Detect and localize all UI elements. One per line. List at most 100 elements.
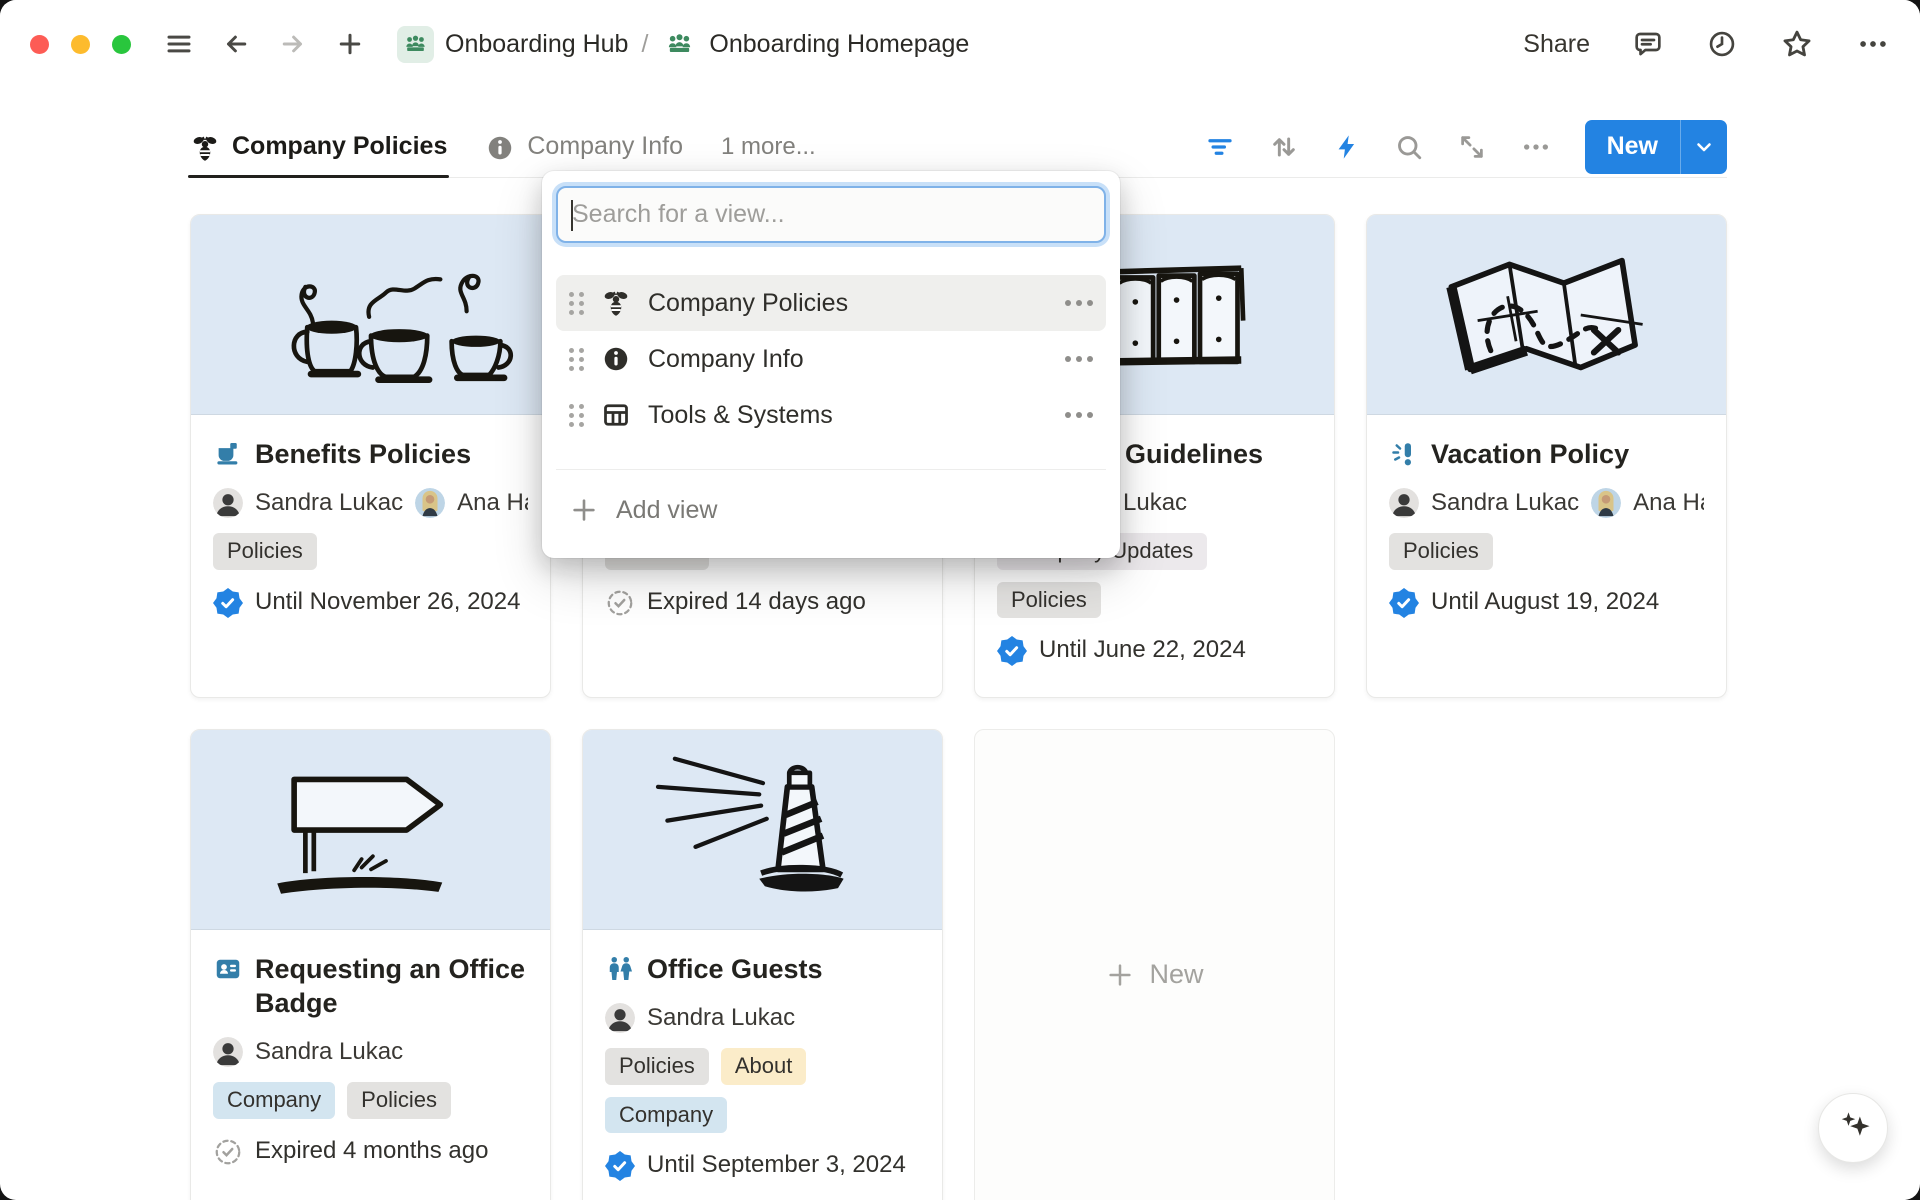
card-status: Until November 26, 2024 — [213, 586, 528, 618]
card-people: Sandra Lukac Ana Hau — [1389, 488, 1704, 518]
drag-handle-icon[interactable] — [569, 404, 584, 427]
card-people: Sandra Lukac — [605, 1003, 920, 1033]
forward-icon[interactable] — [277, 28, 309, 60]
minimize-window-button[interactable] — [71, 35, 90, 54]
card-status: Until June 22, 2024 — [997, 634, 1312, 666]
breadcrumb: Onboarding Hub / Onboarding Homepage — [397, 26, 969, 63]
view-item-menu-icon[interactable] — [1065, 300, 1093, 306]
sort-icon[interactable] — [1268, 131, 1300, 163]
tab-company-policies[interactable]: Company Policies — [190, 116, 447, 177]
favorite-star-icon[interactable] — [1780, 27, 1814, 61]
card-tags: Policies — [1389, 533, 1704, 570]
card-tags: Policies — [213, 533, 528, 570]
card-status: Until September 3, 2024 — [605, 1149, 920, 1181]
card-title: Requesting an Office Badge — [255, 952, 528, 1020]
person-name: Sandra Lukac — [255, 1038, 403, 1066]
ai-assistant-button[interactable] — [1818, 1093, 1888, 1163]
coffee-cup-icon — [213, 439, 243, 469]
status-text: Until November 26, 2024 — [255, 588, 520, 616]
avatar — [1591, 488, 1621, 518]
status-text: Until September 3, 2024 — [647, 1151, 906, 1179]
team-icon — [661, 26, 698, 63]
card-office-guests[interactable]: Office Guests Sandra Lukac Policies Abou… — [582, 729, 943, 1200]
person-name: Sandra Lukac — [647, 1004, 795, 1032]
tag: Company — [605, 1097, 727, 1134]
more-options-icon[interactable] — [1856, 27, 1890, 61]
person-name: Ana Hau — [1633, 489, 1704, 517]
filter-icon[interactable] — [1205, 132, 1235, 162]
info-icon — [485, 133, 515, 163]
card-requesting-office-badge[interactable]: Requesting an Office Badge Sandra Lukac … — [190, 729, 551, 1200]
id-badge-icon — [213, 954, 243, 984]
views-dropdown-menu: Company Policies Company Info Tools & Sy… — [542, 171, 1120, 558]
team-icon — [397, 26, 434, 63]
person-name: Sandra Lukac — [1431, 489, 1579, 517]
card-status: Until August 19, 2024 — [1389, 586, 1704, 618]
automation-lightning-icon[interactable] — [1333, 133, 1361, 161]
card-status: Expired 4 months ago — [213, 1135, 528, 1167]
verified-badge-icon — [997, 636, 1027, 666]
search-icon[interactable] — [1394, 132, 1424, 162]
new-card-placeholder[interactable]: New — [974, 729, 1335, 1200]
expand-icon[interactable] — [1457, 132, 1487, 162]
breadcrumb-label: Onboarding Homepage — [709, 30, 969, 59]
zoom-window-button[interactable] — [112, 35, 131, 54]
tag: Company — [213, 1082, 335, 1119]
breadcrumb-label: Onboarding Hub — [445, 30, 628, 59]
drag-handle-icon[interactable] — [569, 348, 584, 371]
close-window-button[interactable] — [30, 35, 49, 54]
verified-badge-icon — [213, 588, 243, 618]
card-people: Sandra Lukac — [213, 1037, 528, 1067]
avatar — [213, 1037, 243, 1067]
avatar — [605, 1003, 635, 1033]
view-item-label: Company Info — [648, 345, 804, 374]
tab-label: Company Policies — [232, 132, 447, 161]
view-item-label: Company Policies — [648, 289, 848, 318]
share-button[interactable]: Share — [1523, 30, 1590, 59]
status-text: Until June 22, 2024 — [1039, 636, 1246, 664]
tag: Policies — [1389, 533, 1493, 570]
person-name: Sandra Lukac — [255, 489, 403, 517]
bee-icon — [601, 288, 631, 318]
view-item-company-info[interactable]: Company Info — [556, 331, 1106, 387]
person-name: Lukac — [1123, 489, 1187, 517]
views-list: Company Policies Company Info Tools & Sy… — [556, 275, 1106, 443]
breadcrumb-separator: / — [641, 30, 648, 59]
more-views-link[interactable]: 1 more... — [721, 133, 816, 161]
tag: Policies — [997, 582, 1101, 619]
app-window: Onboarding Hub / Onboarding Homepage Sha… — [0, 0, 1920, 1200]
view-item-tools-systems[interactable]: Tools & Systems — [556, 387, 1106, 443]
card-title: Benefits Policies — [255, 437, 471, 471]
table-icon — [601, 400, 631, 430]
view-item-company-policies[interactable]: Company Policies — [556, 275, 1106, 331]
new-page-icon[interactable] — [334, 28, 366, 60]
breadcrumb-item-onboarding-homepage[interactable]: Onboarding Homepage — [661, 26, 969, 63]
drag-handle-icon[interactable] — [569, 292, 584, 315]
two-people-icon — [605, 954, 635, 984]
verified-badge-icon — [1389, 588, 1419, 618]
view-search-input[interactable] — [572, 200, 1090, 229]
view-search-field[interactable] — [556, 186, 1106, 243]
person-name: Ana Ha — [457, 489, 528, 517]
new-entry-button[interactable]: New — [1585, 120, 1680, 174]
card-benefits-policies[interactable]: Benefits Policies Sandra Lukac Ana Ha Po… — [190, 214, 551, 698]
tab-company-info[interactable]: Company Info — [485, 116, 683, 177]
card-tags: Company Policies — [213, 1082, 528, 1119]
breadcrumb-item-onboarding-hub[interactable]: Onboarding Hub — [397, 26, 628, 63]
card-tags: Policies About Company — [605, 1048, 920, 1133]
add-view-button[interactable]: Add view — [556, 481, 1106, 539]
card-vacation-policy[interactable]: Vacation Policy Sandra Lukac Ana Hau Pol… — [1366, 214, 1727, 698]
card-title: Vacation Policy — [1431, 437, 1629, 471]
sidebar-menu-icon[interactable] — [163, 28, 195, 60]
expired-check-icon — [213, 1137, 243, 1167]
card-title: Office Guests — [647, 952, 823, 986]
view-item-menu-icon[interactable] — [1065, 356, 1093, 362]
status-text: Expired 14 days ago — [647, 588, 866, 616]
view-options-icon[interactable] — [1520, 131, 1552, 163]
chevron-down-icon[interactable] — [1681, 120, 1727, 174]
comments-icon[interactable] — [1632, 28, 1664, 60]
back-icon[interactable] — [220, 28, 252, 60]
history-clock-icon[interactable] — [1706, 28, 1738, 60]
view-item-menu-icon[interactable] — [1065, 412, 1093, 418]
text-cursor — [571, 200, 573, 231]
